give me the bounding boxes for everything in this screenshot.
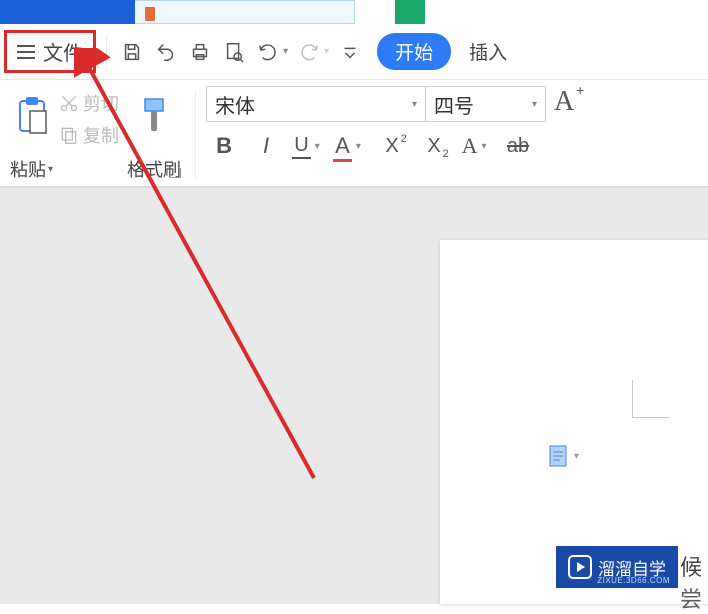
clear-format-button[interactable]: ab — [504, 132, 532, 160]
paragraph-control[interactable]: ▾ — [548, 444, 579, 468]
italic-icon: I — [263, 133, 269, 159]
print-button[interactable] — [183, 35, 217, 69]
undo-dropdown[interactable]: ▾ — [283, 46, 288, 57]
format-painter-group[interactable]: 格式刷 — [123, 86, 185, 182]
redo-dropdown: ▾ — [324, 46, 329, 57]
font-grow-icon: + — [576, 82, 584, 98]
more-icon — [339, 41, 361, 63]
format-painter-icon — [137, 95, 171, 135]
chevron-down-icon: ▾ — [574, 451, 579, 462]
file-menu-button[interactable]: 文件 — [4, 30, 96, 73]
copy-button: 复制 — [59, 122, 119, 148]
cut-button: 剪切 — [59, 90, 119, 116]
ribbon: 粘贴▾ 剪切 复制 格式刷 宋体 ▾ 四号 — [0, 80, 708, 188]
text-effect-button[interactable]: A▾ — [462, 132, 490, 160]
watermark-badge: 溜溜自学 ZIXUE.3D66.COM — [556, 546, 678, 588]
subscript-icon: X2 — [427, 135, 440, 158]
font-size-select[interactable]: 四号 ▾ — [426, 86, 546, 122]
file-menu-label: 文件 — [43, 37, 83, 66]
italic-button[interactable]: I — [252, 132, 280, 160]
chevron-down-icon: ▾ — [412, 99, 417, 110]
title-tab-bar — [0, 0, 708, 24]
app-tab-secondary[interactable] — [395, 0, 425, 24]
document-text: 候 尝 — [680, 550, 702, 614]
cut-icon — [59, 93, 79, 113]
tab-start[interactable]: 开始 — [377, 33, 451, 70]
superscript-icon: X2 — [385, 135, 398, 158]
save-icon — [121, 41, 143, 63]
paste-group[interactable]: 粘贴▾ — [6, 86, 57, 182]
font-color-icon: A — [335, 133, 350, 159]
margin-corner-mark — [632, 380, 670, 418]
bold-button[interactable]: B — [210, 132, 238, 160]
redo-icon — [298, 41, 320, 63]
font-size-value: 四号 — [434, 90, 474, 119]
document-canvas[interactable]: ▾ 候 尝 — [0, 188, 708, 604]
underline-button[interactable]: U▾ — [294, 132, 322, 160]
print-icon — [189, 41, 211, 63]
undo-icon — [257, 41, 279, 63]
copy-icon — [59, 125, 79, 145]
superscript-button[interactable]: X2 — [378, 132, 406, 160]
undo-arrow-icon — [155, 41, 177, 63]
save-button[interactable] — [115, 35, 149, 69]
clipboard-launcher[interactable] — [171, 168, 181, 178]
font-name-select[interactable]: 宋体 ▾ — [206, 86, 426, 122]
paste-icon — [14, 95, 50, 135]
watermark-url: ZIXUE.3D66.COM — [597, 576, 670, 585]
quick-access-toolbar: 文件 ▾ ▾ 开始 插入 — [0, 24, 708, 80]
bold-icon: B — [216, 133, 232, 159]
play-icon — [568, 555, 592, 579]
print-preview-icon — [223, 41, 245, 63]
redo-button — [292, 35, 326, 69]
font-name-value: 宋体 — [215, 90, 255, 119]
clear-format-icon: ab — [507, 135, 529, 158]
font-color-button[interactable]: A▾ — [336, 132, 364, 160]
undo-button[interactable] — [251, 35, 285, 69]
paste-label: 粘贴 — [10, 156, 46, 182]
document-icon — [548, 444, 568, 468]
underline-icon: U — [292, 134, 310, 159]
subscript-button[interactable]: X2 — [420, 132, 448, 160]
text-effect-icon: A — [462, 133, 478, 159]
customize-qat-button[interactable] — [333, 35, 367, 69]
document-tab[interactable] — [135, 0, 355, 24]
hamburger-icon — [17, 45, 35, 59]
print-preview-button[interactable] — [217, 35, 251, 69]
app-tab-active[interactable] — [0, 0, 135, 24]
chevron-down-icon: ▾ — [532, 99, 537, 110]
grow-font-button[interactable]: A+ — [554, 86, 574, 122]
undo-typing-button[interactable] — [149, 35, 183, 69]
cut-label: 剪切 — [83, 90, 119, 116]
copy-label: 复制 — [83, 122, 119, 148]
tab-insert[interactable]: 插入 — [461, 38, 515, 65]
